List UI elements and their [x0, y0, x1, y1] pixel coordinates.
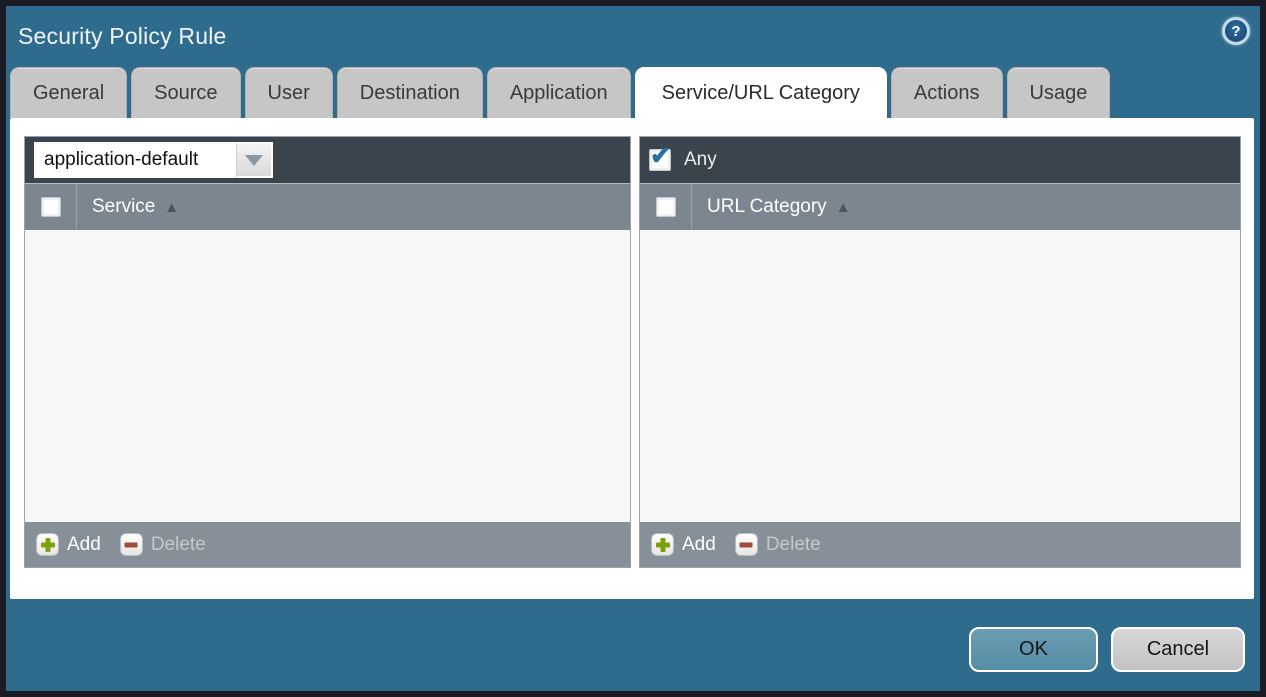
sort-ascending-icon: ▲: [836, 199, 851, 216]
url-category-column-label-cell[interactable]: URL Category ▲: [692, 184, 851, 230]
url-category-column-header: URL Category ▲: [640, 183, 1240, 230]
plus-icon: [36, 533, 59, 556]
dialog-title: Security Policy Rule: [18, 23, 227, 50]
service-type-dropdown-button[interactable]: [236, 142, 273, 178]
url-category-panel: Any URL Category ▲ Add: [639, 136, 1241, 568]
service-delete-label: Delete: [151, 534, 206, 556]
help-icon[interactable]: ?: [1222, 17, 1250, 45]
url-category-select-all-checkbox[interactable]: [656, 197, 676, 217]
service-add-label: Add: [67, 534, 101, 556]
cancel-button[interactable]: Cancel: [1111, 627, 1245, 672]
minus-icon: [120, 533, 143, 556]
security-policy-rule-dialog: Security Policy Rule ? GeneralSourceUser…: [0, 0, 1266, 697]
service-delete-button[interactable]: Delete: [120, 533, 206, 556]
tab-source[interactable]: Source: [131, 67, 240, 118]
service-select-all-checkbox[interactable]: [41, 197, 61, 217]
any-label: Any: [684, 149, 717, 171]
tab-actions[interactable]: Actions: [891, 67, 1003, 118]
service-panel: Service ▲ Add Delete: [24, 136, 631, 568]
service-column-label-cell[interactable]: Service ▲: [77, 184, 179, 230]
url-category-panel-toolbar: Any: [640, 137, 1240, 183]
service-list-body: [25, 230, 630, 522]
service-type-input[interactable]: [34, 142, 236, 178]
tab-service-url-category[interactable]: Service/URL Category: [635, 67, 887, 118]
dialog-content: Service ▲ Add Delete Any: [10, 118, 1254, 599]
service-panel-footer: Add Delete: [25, 522, 630, 567]
tab-bar: GeneralSourceUserDestinationApplicationS…: [10, 67, 1110, 118]
service-column-header: Service ▲: [25, 183, 630, 230]
title-bar: Security Policy Rule ?: [6, 6, 1260, 67]
service-add-button[interactable]: Add: [36, 533, 101, 556]
ok-button[interactable]: OK: [969, 627, 1098, 672]
url-category-add-button[interactable]: Add: [651, 533, 716, 556]
url-category-add-label: Add: [682, 534, 716, 556]
plus-icon: [651, 533, 674, 556]
service-panel-toolbar: [25, 137, 630, 183]
tab-usage[interactable]: Usage: [1007, 67, 1111, 118]
service-type-combobox: [34, 142, 273, 178]
tab-user[interactable]: User: [245, 67, 333, 118]
any-checkbox[interactable]: [649, 149, 671, 171]
tab-application[interactable]: Application: [487, 67, 631, 118]
url-category-list-body: [640, 230, 1240, 522]
url-category-delete-label: Delete: [766, 534, 821, 556]
url-category-delete-button[interactable]: Delete: [735, 533, 821, 556]
url-category-column-label: URL Category: [707, 196, 827, 218]
tab-general[interactable]: General: [10, 67, 127, 118]
dialog-action-buttons: OK Cancel: [969, 627, 1245, 672]
tab-destination[interactable]: Destination: [337, 67, 483, 118]
url-category-panel-footer: Add Delete: [640, 522, 1240, 567]
service-column-label: Service: [92, 196, 155, 218]
minus-icon: [735, 533, 758, 556]
sort-ascending-icon: ▲: [164, 199, 179, 216]
chevron-down-icon: [245, 155, 263, 166]
